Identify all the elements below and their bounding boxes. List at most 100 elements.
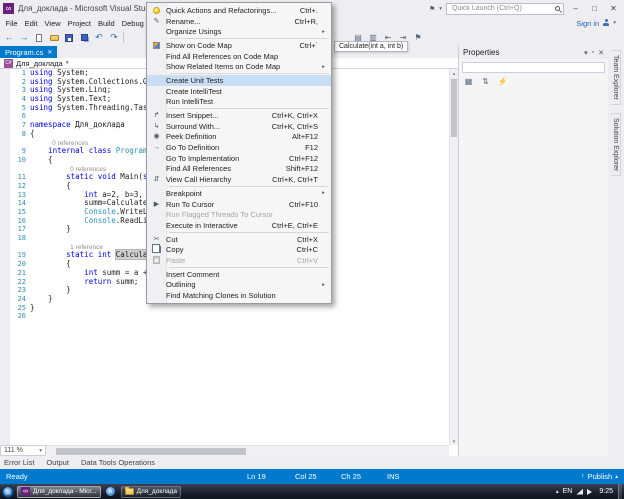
- window-position-icon[interactable]: ▾: [584, 49, 588, 57]
- start-button[interactable]: ⊞: [2, 486, 14, 498]
- taskbar-button-3[interactable]: Для_доклада: [121, 486, 181, 498]
- menu-item-breakpoint[interactable]: Breakpoint▸: [147, 188, 331, 199]
- menu-item-run-to-cursor[interactable]: ▶Run To CursorCtrl+F10: [147, 199, 331, 210]
- vertical-scrollbar-thumb[interactable]: [451, 79, 457, 137]
- lightbulb-icon: [147, 5, 166, 16]
- editor-horizontal-scrollbar[interactable]: [46, 445, 449, 456]
- menu-view[interactable]: View: [41, 19, 64, 28]
- menu-item-paste: PasteCtrl+V: [147, 255, 331, 266]
- menu-item-outlining[interactable]: Outlining▸: [147, 280, 331, 291]
- tab-output[interactable]: Output: [46, 458, 69, 467]
- save-all-button[interactable]: [77, 31, 91, 45]
- menu-item-rename[interactable]: ✎Rename...Ctrl+R,: [147, 16, 331, 27]
- tab-team-explorer[interactable]: Team Explorer: [611, 50, 621, 105]
- menu-item-copy[interactable]: CopyCtrl+C: [147, 244, 331, 255]
- menu-item-shortcut: Ctrl+K, Ctrl+S: [262, 122, 318, 131]
- properties-panel-header[interactable]: Properties ▾ ▫ ✕: [459, 46, 608, 59]
- quick-launch-input[interactable]: [450, 4, 555, 13]
- language-indicator[interactable]: EN: [563, 488, 573, 495]
- menu-item-organize-usings[interactable]: Organize Usings▸: [147, 26, 331, 37]
- menu-item-find-all-references[interactable]: Find All ReferencesShift+F12: [147, 164, 331, 175]
- menu-item-insert-comment[interactable]: Insert Comment: [147, 269, 331, 280]
- zoom-selector[interactable]: 111 % ▾: [0, 445, 46, 456]
- menu-item-create-intellitest[interactable]: Create IntelliTest: [147, 86, 331, 97]
- tab-data-tools-operations[interactable]: Data Tools Operations: [81, 458, 155, 467]
- publish-button[interactable]: ↑ Publish ▴: [581, 469, 618, 484]
- menu-item-cut[interactable]: ✂CutCtrl+X: [147, 234, 331, 245]
- tab-label: Program.cs: [5, 48, 43, 57]
- tab-close-icon[interactable]: ✕: [47, 49, 52, 56]
- member-signature: Calculate(int a, int b): [339, 43, 403, 50]
- menu-project[interactable]: Project: [64, 19, 94, 28]
- member-dropdown[interactable]: Calculate(int a, int b): [334, 41, 408, 52]
- save-button[interactable]: [62, 31, 76, 45]
- menu-item-go-to-definition[interactable]: →Go To DefinitionF12: [147, 142, 331, 153]
- sign-in-button[interactable]: Sign in ▾: [576, 19, 622, 28]
- taskbar-button-1[interactable]: ∞Для_доклада - Micr...: [17, 486, 101, 498]
- tray-chevron-up-icon[interactable]: ▴: [556, 489, 559, 495]
- line-number: 23: [12, 286, 30, 295]
- menu-item-show-related-items-on-code-map[interactable]: Show Related Items on Code Map▸: [147, 61, 331, 72]
- volume-icon[interactable]: [587, 489, 595, 495]
- tab-program-cs[interactable]: Program.cs ✕: [0, 46, 57, 58]
- menu-item-view-call-hierarchy[interactable]: ⇵View Call HierarchyCtrl+K, Ctrl+T: [147, 174, 331, 185]
- quick-launch-box[interactable]: [446, 3, 564, 15]
- tab-solution-explorer[interactable]: Solution Explorer: [611, 113, 621, 176]
- status-line: Ln 19: [247, 469, 266, 484]
- menu-build[interactable]: Build: [95, 19, 119, 28]
- navigate-backward-button[interactable]: ←: [2, 31, 16, 45]
- property-pages-button[interactable]: ⚡: [497, 76, 508, 87]
- menu-item-label: Rename...: [166, 17, 284, 26]
- menu-file[interactable]: File: [2, 19, 21, 28]
- rename-icon: ✎: [147, 16, 166, 27]
- menu-item-find-matching-clones-in-solution[interactable]: Find Matching Clones in Solution: [147, 290, 331, 301]
- network-icon[interactable]: [576, 489, 583, 495]
- notifications-flag-icon[interactable]: ⚑: [429, 5, 435, 13]
- project-dropdown-caret-icon[interactable]: ▾: [66, 60, 69, 66]
- clock[interactable]: 9:25: [599, 488, 613, 495]
- menu-item-icon-slot: [147, 164, 166, 175]
- menu-debug[interactable]: Debug: [118, 19, 147, 28]
- scroll-up-icon[interactable]: ▲: [450, 69, 458, 77]
- browser-button[interactable]: e: [104, 486, 118, 498]
- code-line[interactable]: 26: [0, 312, 449, 321]
- properties-object-combobox[interactable]: [462, 62, 605, 73]
- editor-vertical-scrollbar[interactable]: ▲ ▼: [449, 69, 458, 445]
- sign-in-caret-icon: ▾: [613, 20, 616, 26]
- redo-button[interactable]: ↷: [107, 31, 121, 45]
- menu-item-show-on-code-map[interactable]: Show on Code MapCtrl+`: [147, 40, 331, 51]
- panel-close-icon[interactable]: ✕: [598, 49, 604, 57]
- menu-item-quick-actions-and-refactorings[interactable]: Quick Actions and Refactorings...Ctrl+.: [147, 5, 331, 16]
- horizontal-scrollbar-thumb[interactable]: [56, 448, 246, 455]
- alphabetical-button[interactable]: ⇅: [480, 76, 491, 87]
- show-desktop-button[interactable]: [618, 484, 622, 499]
- menu-item-label: View Call Hierarchy: [166, 175, 262, 184]
- close-button[interactable]: ✕: [606, 2, 621, 15]
- toggle-bookmark-button[interactable]: ⚑: [411, 31, 425, 45]
- project-dropdown[interactable]: Для_доклада: [16, 59, 63, 68]
- code-line[interactable]: 25}: [0, 304, 449, 313]
- menu-item-insert-snippet[interactable]: ↱Insert Snippet...Ctrl+K, Ctrl+X: [147, 110, 331, 121]
- tab-error-list[interactable]: Error List: [4, 458, 34, 467]
- minimize-button[interactable]: –: [568, 2, 583, 15]
- scroll-down-icon[interactable]: ▼: [450, 437, 458, 445]
- menu-item-execute-in-interactive[interactable]: Execute in InteractiveCtrl+E, Ctrl+E: [147, 220, 331, 231]
- undo-button[interactable]: ↶: [92, 31, 106, 45]
- menu-item-surround-with[interactable]: ↳Surround With...Ctrl+K, Ctrl+S: [147, 121, 331, 132]
- menu-item-create-unit-tests[interactable]: Create Unit Tests: [147, 75, 331, 86]
- save-all-icon: [81, 34, 88, 41]
- open-file-button[interactable]: [47, 31, 61, 45]
- pin-icon[interactable]: ▫: [592, 49, 594, 57]
- menu-item-find-all-references-on-code-map[interactable]: Find All References on Code Map: [147, 51, 331, 62]
- menu-item-shortcut: Ctrl+F12: [279, 154, 318, 163]
- categorized-button[interactable]: ▦: [463, 76, 474, 87]
- menu-edit[interactable]: Edit: [21, 19, 41, 28]
- menu-item-peek-definition[interactable]: ◉Peek DefinitionAlt+F12: [147, 132, 331, 143]
- menu-item-run-intellitest[interactable]: Run IntelliTest: [147, 97, 331, 108]
- new-file-button[interactable]: [32, 31, 46, 45]
- navigate-forward-button[interactable]: →: [17, 31, 31, 45]
- flag-caret-icon[interactable]: ▾: [439, 6, 442, 12]
- maximize-button[interactable]: □: [587, 2, 602, 15]
- bottom-tab-strip: Error List Output Data Tools Operations: [0, 456, 624, 469]
- menu-item-go-to-implementation[interactable]: Go To ImplementationCtrl+F12: [147, 153, 331, 164]
